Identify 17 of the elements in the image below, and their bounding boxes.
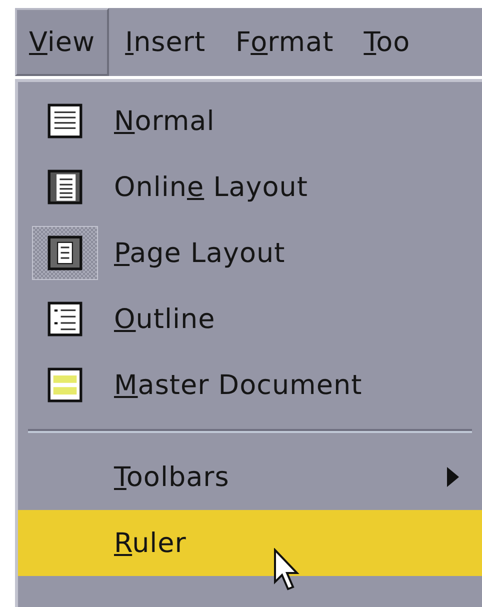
menu-item[interactable]: Normal [18, 88, 482, 154]
menu-item[interactable]: Ruler [18, 510, 482, 576]
menu-item[interactable]: Outline [18, 286, 482, 352]
document-icon [47, 367, 83, 403]
menu-title[interactable]: Too [350, 8, 424, 76]
document-icon [47, 103, 83, 139]
menu-title[interactable]: View [15, 8, 110, 76]
menu-item[interactable]: Online Layout [18, 154, 482, 220]
page-icon [47, 235, 83, 271]
menu-item[interactable]: Page Layout [18, 220, 482, 286]
menu-title[interactable]: I nsert [111, 8, 220, 76]
menu-item[interactable]: Master Document [18, 352, 482, 418]
outline-icon [47, 301, 83, 337]
page-icon [47, 169, 83, 205]
menu-title[interactable]: Format [222, 8, 348, 76]
menu-item[interactable]: Toolbars [18, 444, 482, 510]
submenu-arrow-icon [446, 466, 460, 488]
